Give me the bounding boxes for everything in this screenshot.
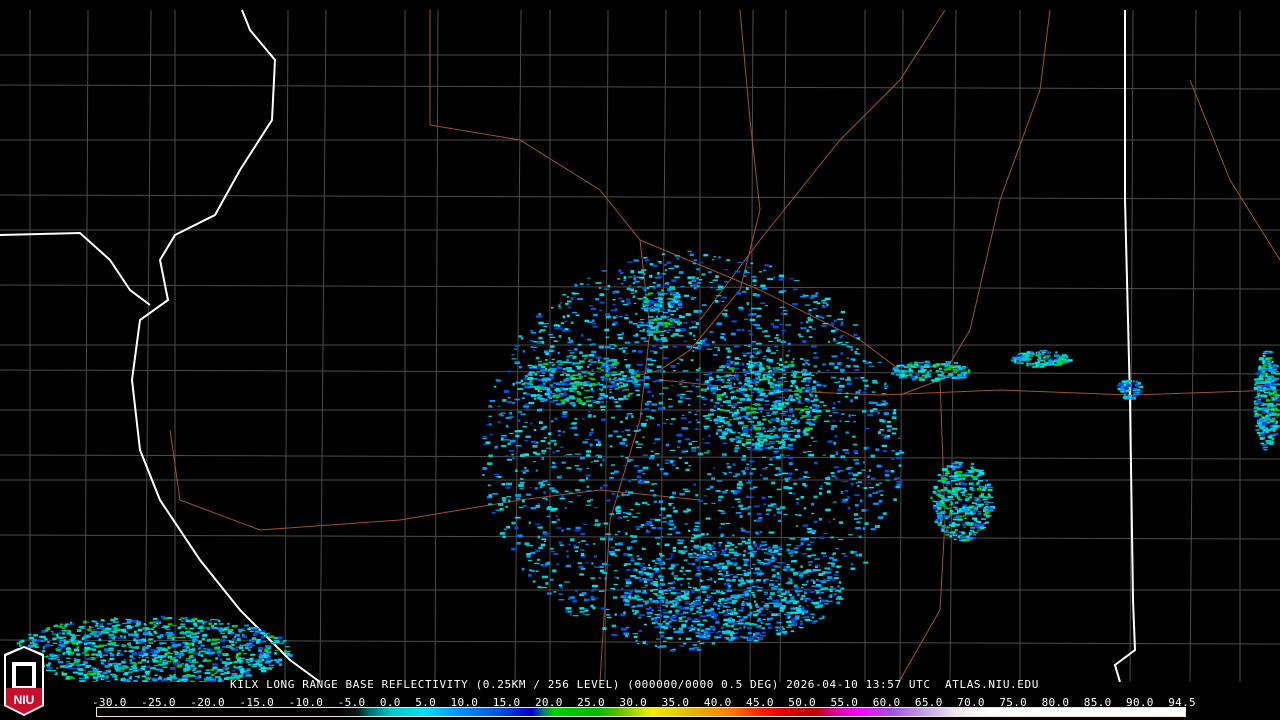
highways [169, 9, 1280, 682]
radar-echoes [14, 250, 1280, 682]
color-scale-bar [96, 707, 1186, 717]
niu-logo: NIU [4, 646, 44, 716]
state-boundaries [0, 9, 1137, 682]
product-title: KILX LONG RANGE BASE REFLECTIVITY (0.25K… [230, 678, 1039, 691]
radar-map[interactable] [0, 0, 1280, 682]
